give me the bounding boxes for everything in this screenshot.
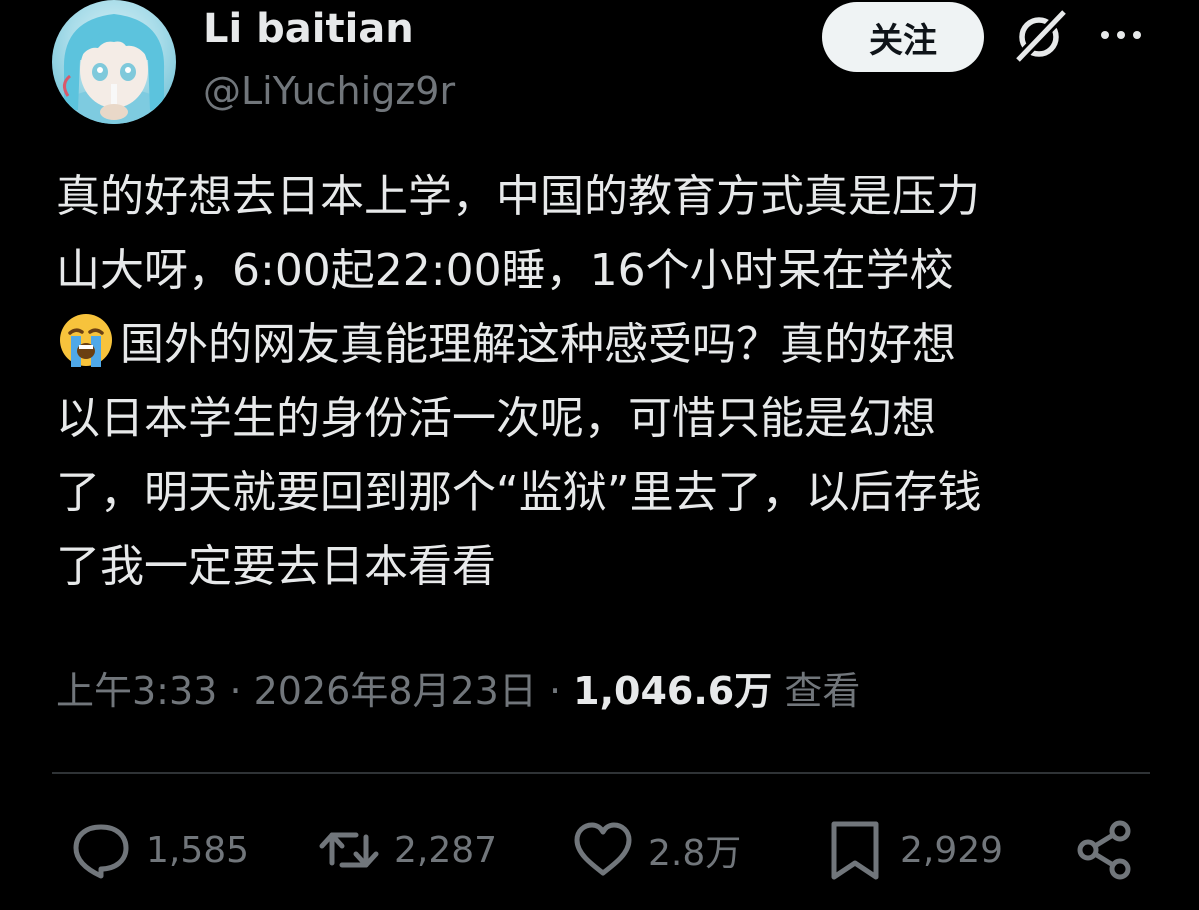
post-date[interactable]: 2026年8月23日	[254, 669, 537, 713]
reply-button[interactable]: 1,585	[70, 812, 249, 888]
repost-icon	[319, 832, 379, 868]
avatar[interactable]	[52, 0, 176, 124]
repost-button[interactable]: 2,287	[318, 812, 497, 888]
grok-icon[interactable]	[1010, 4, 1072, 66]
post-text-line: 山大呀，6:00起22:00睡，16个小时呆在学校	[56, 245, 954, 296]
post-detail: Li baitian @LiYuchigz9r 关注 真的好想去日本上学，中国的…	[0, 0, 1199, 910]
user-handle[interactable]: @LiYuchigz9r	[203, 68, 455, 114]
meta-separator: ·	[548, 669, 562, 713]
like-count: 2.8万	[648, 833, 742, 874]
like-button[interactable]: 2.8万	[572, 812, 741, 888]
post-text-line: 国外的网友真能理解这种感受吗？真的好想	[56, 308, 1156, 382]
reply-icon	[73, 824, 129, 879]
meta-separator: ·	[229, 669, 242, 713]
heart-icon	[574, 822, 632, 876]
bookmark-icon	[831, 821, 879, 880]
action-bar: 1,585 2,287 2.8万 2,929	[0, 812, 1199, 888]
post-text-line: 了我一定要去日本看看	[56, 541, 496, 592]
post-text-line-rest: 国外的网友真能理解这种感受吗？真的好想	[120, 319, 956, 370]
post-metadata: 上午3:33 · 2026年8月23日 · 1,046.6万 查看	[56, 664, 860, 718]
post-text-line: 了，明天就要回到那个“监狱”里去了，以后存钱	[56, 467, 982, 518]
views-label: 查看	[784, 669, 861, 713]
avatar-image	[54, 14, 174, 124]
post-text-line: 真的好想去日本上学，中国的教育方式真是压力	[56, 171, 980, 222]
post-text-line: 以日本学生的身份活一次呢，可惜只能是幻想	[56, 393, 936, 444]
post-time[interactable]: 上午3:33	[56, 669, 217, 713]
post-text: 真的好想去日本上学，中国的教育方式真是压力 山大呀，6:00起22:00睡，16…	[56, 160, 1156, 604]
bookmark-count: 2,929	[900, 829, 1004, 871]
user-display-name[interactable]: Li baitian	[203, 4, 414, 54]
share-button[interactable]	[1074, 812, 1150, 888]
follow-button[interactable]: 关注	[822, 2, 984, 72]
loudly-crying-face-icon	[56, 309, 116, 369]
repost-count: 2,287	[394, 829, 498, 871]
bookmark-button[interactable]: 2,929	[824, 812, 1003, 888]
views-count[interactable]: 1,046.6万	[573, 669, 772, 713]
more-options-icon[interactable]	[1098, 20, 1144, 50]
share-icon	[1077, 820, 1131, 880]
reply-count: 1,585	[146, 829, 250, 871]
divider	[52, 772, 1150, 774]
